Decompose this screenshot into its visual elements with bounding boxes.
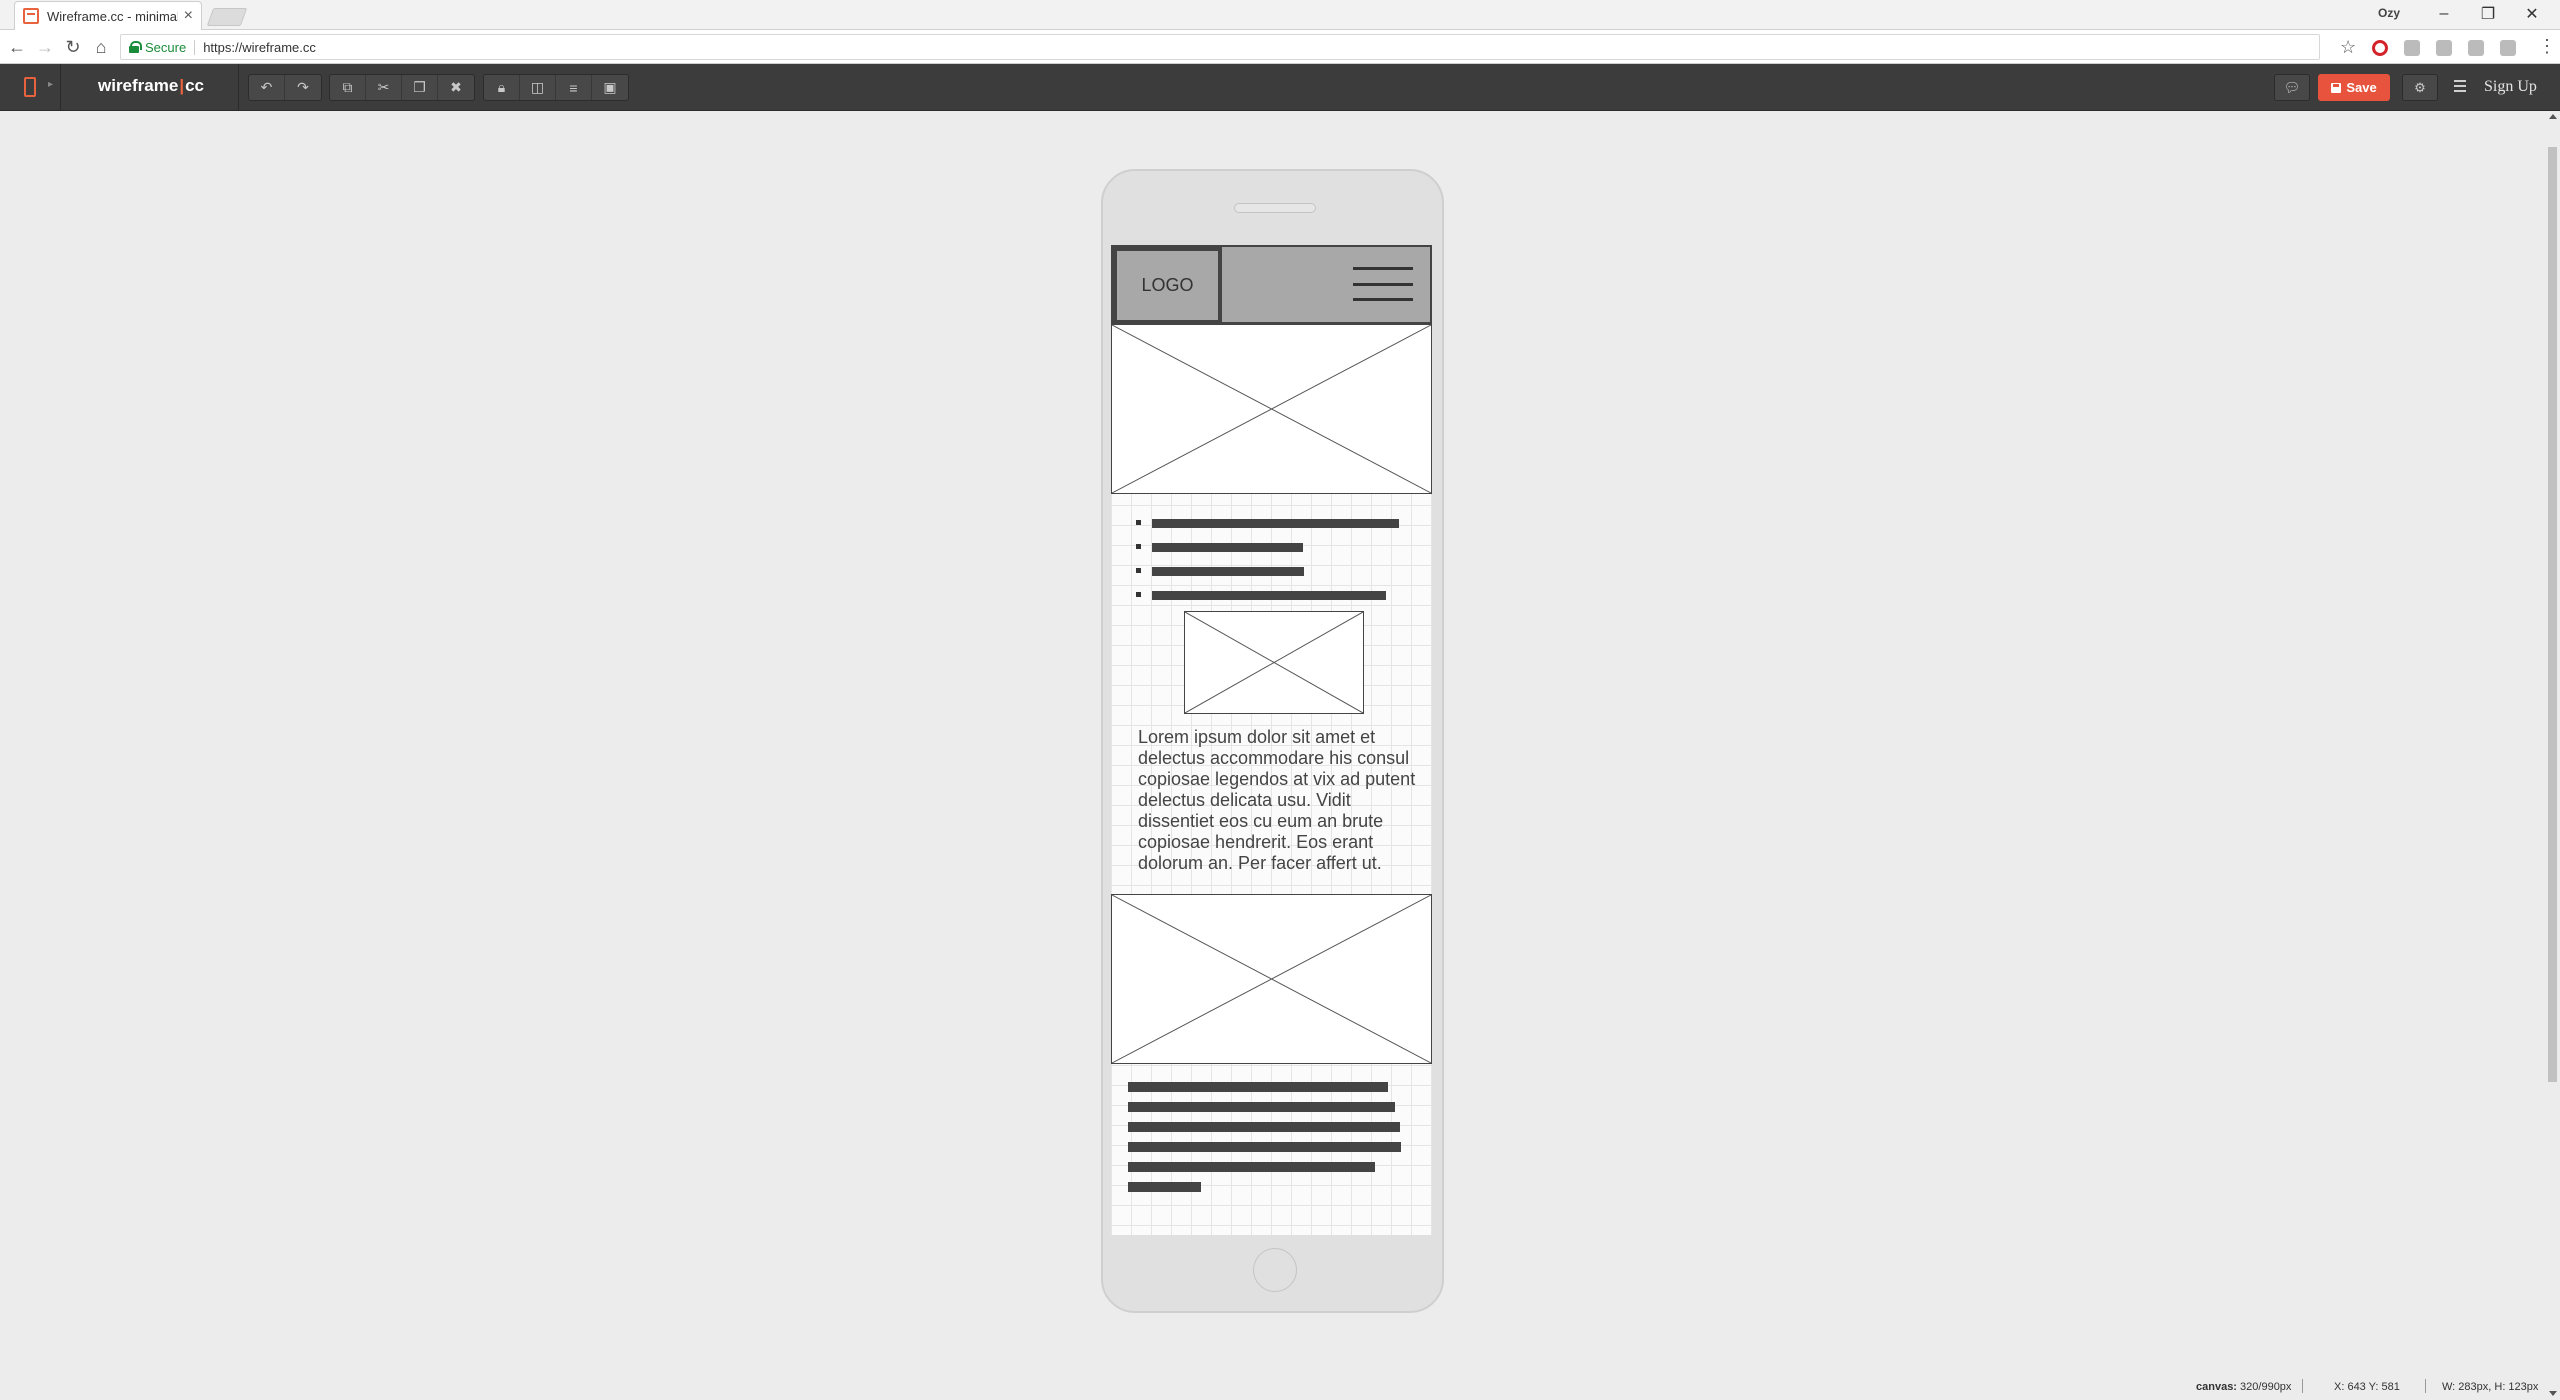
bookmark-star-icon[interactable]: ☆ [2340, 37, 2356, 58]
caret-right-icon[interactable]: ▸ [48, 79, 53, 90]
save-button[interactable]: Save [2318, 74, 2390, 101]
wireframe-screen[interactable]: LOGO Lorem ipsum dolor sit amet et delec… [1111, 245, 1432, 1235]
hamburger-menu-icon[interactable] [2454, 80, 2466, 92]
selection-size: W: 283px, H: 123px [2442, 1381, 2539, 1393]
forward-arrow-icon[interactable]: → [34, 36, 56, 58]
cursor-coordinates: X: 643 Y: 581 [2334, 1381, 2400, 1393]
send-to-back-icon[interactable]: ◫ [520, 75, 556, 100]
text-line [1128, 1122, 1400, 1132]
delete-icon[interactable]: ✖ [438, 75, 474, 100]
comment-button[interactable]: 💬︎ [2274, 74, 2310, 101]
wireframe-favicon-icon [23, 8, 39, 24]
paste-icon[interactable]: ❐ [402, 75, 438, 100]
profile-name[interactable]: Ozy [2378, 6, 2400, 20]
logo-label: LOGO [1141, 275, 1194, 295]
secure-label: Secure [145, 39, 196, 55]
vertical-scrollbar[interactable] [2545, 111, 2560, 1400]
text-line [1128, 1102, 1395, 1112]
sign-up-link[interactable]: Sign Up [2484, 78, 2537, 96]
extension-icon[interactable] [2436, 40, 2452, 56]
history-group: ↶ ↷ [248, 74, 322, 101]
redo-icon[interactable]: ↷ [285, 75, 321, 100]
url-text: https://wireframe.cc [203, 39, 316, 55]
text-line [1128, 1162, 1375, 1172]
lock-icon [129, 41, 142, 53]
speech-bubble-icon: 💬︎ [2283, 79, 2301, 95]
reload-icon[interactable]: ↻ [62, 36, 84, 58]
brand-left: wireframe [98, 76, 179, 95]
cut-icon[interactable]: ✂ [366, 75, 402, 100]
scrollbar-thumb[interactable] [2548, 147, 2557, 1082]
browser-address-bar: ← → ↻ ⌂ Secure https://wireframe.cc ☆ ⋮ [0, 30, 2560, 64]
status-bar: canvas: 320/990px X: 643 Y: 581 W: 283px… [0, 1376, 2545, 1400]
back-arrow-icon[interactable]: ← [6, 36, 28, 58]
wireframe-header[interactable]: LOGO [1111, 245, 1432, 324]
extension-icon[interactable] [2500, 40, 2516, 56]
image-placeholder-small[interactable] [1184, 611, 1364, 714]
browser-tab-wireframe[interactable]: Wireframe.cc - minimal w × [14, 1, 202, 30]
logo-placeholder[interactable]: LOGO [1113, 247, 1222, 324]
canvas-size-value: 320/990px [2240, 1381, 2292, 1393]
tab-title: Wireframe.cc - minimal w [47, 8, 178, 24]
toolbar-divider [60, 64, 61, 111]
copy-icon[interactable]: ⧉ [330, 75, 366, 100]
phone-home-button [1253, 1248, 1297, 1292]
toolbar-divider [238, 64, 239, 111]
mobile-device-icon[interactable] [24, 77, 36, 97]
arrange-group: 🔒︎ ◫ ≡ ▣ [483, 74, 629, 101]
app-toolbar: ▸ wireframe|cc ↶ ↷ ⧉ ✂ ❐ ✖ 🔒︎ ◫ ≡ ▣ 💬︎ S… [0, 64, 2560, 111]
image-placeholder-content[interactable] [1111, 894, 1432, 1064]
save-disk-icon [2331, 82, 2342, 93]
scroll-down-arrow-icon[interactable] [2549, 1391, 2557, 1396]
save-label: Save [2346, 80, 2377, 95]
phone-speaker [1234, 203, 1316, 213]
canvas-size-readout: canvas: 320/990px [2196, 1381, 2291, 1393]
group-icon[interactable]: ▣ [592, 75, 628, 100]
brand-logo: wireframe|cc [98, 76, 204, 96]
browser-menu-icon[interactable]: ⋮ [2538, 36, 2556, 57]
browser-tabstrip: Wireframe.cc - minimal w × Ozy – ❐ ✕ [0, 0, 2560, 30]
text-line [1128, 1142, 1401, 1152]
wireframe-menu-icon[interactable] [1353, 267, 1413, 301]
canvas-size-label: canvas: [2196, 1381, 2237, 1393]
lock-icon[interactable]: 🔒︎ [484, 75, 520, 100]
restore-button[interactable]: ❐ [2466, 0, 2510, 28]
brand-right: cc [185, 76, 205, 95]
close-window-button[interactable]: ✕ [2510, 0, 2554, 28]
status-divider [2302, 1379, 2303, 1393]
gears-icon: ⚙ [2414, 79, 2426, 95]
settings-button[interactable]: ⚙ [2402, 74, 2438, 101]
image-placeholder-hero[interactable] [1111, 324, 1432, 494]
extension-icon[interactable] [2404, 40, 2420, 56]
text-line [1128, 1182, 1201, 1192]
home-icon[interactable]: ⌂ [90, 36, 112, 58]
extension-icon[interactable] [2468, 40, 2484, 56]
opera-extension-icon[interactable] [2372, 40, 2388, 56]
status-divider [2425, 1379, 2426, 1393]
minimize-button[interactable]: – [2422, 0, 2466, 28]
url-input[interactable]: Secure https://wireframe.cc [120, 34, 2320, 60]
scroll-up-arrow-icon[interactable] [2549, 114, 2557, 119]
lorem-paragraph[interactable]: Lorem ipsum dolor sit amet et delectus a… [1138, 727, 1420, 874]
new-tab-button[interactable] [206, 8, 248, 26]
align-icon[interactable]: ≡ [556, 75, 592, 100]
tab-close-icon[interactable]: × [184, 7, 193, 25]
text-line [1128, 1082, 1388, 1092]
edit-group: ⧉ ✂ ❐ ✖ [329, 74, 475, 101]
undo-icon[interactable]: ↶ [249, 75, 285, 100]
